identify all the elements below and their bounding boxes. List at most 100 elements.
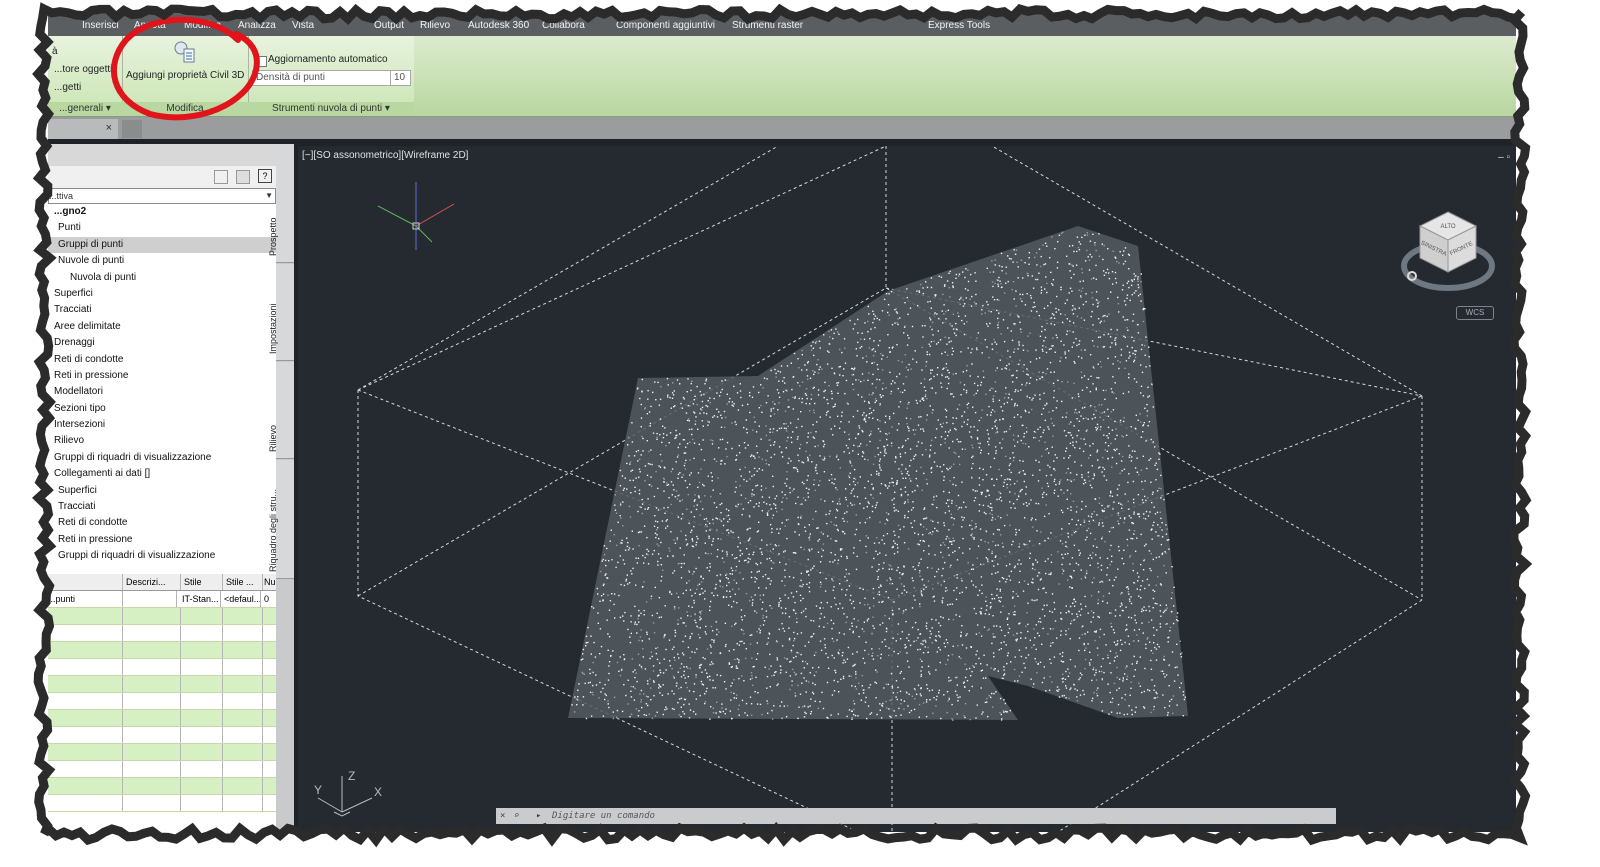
tree-item[interactable]: ...gno2 bbox=[48, 204, 276, 220]
table-row[interactable]: ...punti IT-Stan... <defaul... 0 bbox=[48, 591, 279, 608]
tree-item[interactable]: Reti in pressione bbox=[48, 368, 276, 384]
grid-header-cell[interactable] bbox=[48, 574, 123, 590]
ucs-y-label: Y bbox=[314, 783, 322, 797]
auto-update-checkbox[interactable] bbox=[256, 56, 267, 67]
tab-vista[interactable]: Vista bbox=[292, 20, 314, 31]
tree-item[interactable]: Collegamenti ai dati [] bbox=[48, 466, 276, 482]
tree-item[interactable]: Rilievo bbox=[48, 433, 276, 449]
grid-cell bbox=[262, 676, 277, 692]
vtab-prospetto[interactable]: Prospetto bbox=[268, 144, 294, 263]
toolspace-palette: ? ...ttiva ▼ ...gno2 Punti Gruppi di punti N… bbox=[48, 144, 279, 832]
file-tab[interactable]: × bbox=[48, 119, 118, 139]
tree-item[interactable]: Gruppi di punti bbox=[48, 236, 276, 254]
table-row[interactable] bbox=[48, 625, 277, 642]
grid-header-cell[interactable]: Stile bbox=[180, 574, 223, 590]
grid-cell bbox=[222, 659, 263, 675]
help-icon[interactable]: ? bbox=[258, 169, 272, 183]
view-icon[interactable] bbox=[236, 170, 250, 184]
tab-annota[interactable]: Annota bbox=[134, 20, 166, 31]
grid-cell bbox=[262, 778, 277, 794]
tab-rilievo[interactable]: Rilievo bbox=[420, 20, 450, 31]
panel-footer[interactable]: ...generali ▾ bbox=[48, 102, 122, 116]
grid-cell bbox=[180, 642, 223, 658]
grid-cell bbox=[222, 642, 263, 658]
grid-cell bbox=[180, 659, 223, 675]
civil3d-properties-icon[interactable] bbox=[172, 40, 198, 64]
drawing-viewport[interactable]: [−][SO assonometrico][Wireframe 2D] – ▫ bbox=[298, 146, 1516, 832]
tab-collabora[interactable]: Collabora bbox=[542, 20, 585, 31]
tab-autodesk360[interactable]: Autodesk 360 bbox=[468, 20, 529, 31]
grid-cell bbox=[48, 659, 123, 675]
tree-item[interactable]: Superfici bbox=[48, 483, 276, 499]
table-row[interactable] bbox=[48, 642, 277, 659]
vtab-label: Impostazioni bbox=[268, 303, 278, 354]
ribbon-item-oggetti[interactable]: ...getti bbox=[54, 82, 81, 93]
tree-item[interactable]: Modellatori bbox=[48, 384, 276, 400]
new-tab-icon[interactable] bbox=[122, 120, 142, 138]
panel-footer-label: ...generali bbox=[59, 103, 104, 114]
tree-item[interactable]: Reti di condotte bbox=[48, 515, 276, 531]
grid-cell bbox=[122, 591, 177, 607]
view-cube[interactable]: ALTO SINISTRA FRONTE bbox=[1400, 206, 1496, 302]
tab-output[interactable]: Output bbox=[374, 20, 404, 31]
vtab-rilievo[interactable]: Rilievo bbox=[268, 362, 294, 459]
tree-item[interactable]: Sezioni tipo bbox=[48, 401, 276, 417]
prospetto-dropdown[interactable]: ...ttiva ▼ bbox=[48, 188, 276, 204]
grid-cell bbox=[222, 608, 263, 624]
grid-header-cell[interactable]: Stile ... bbox=[222, 574, 263, 590]
tree-item[interactable]: Superfici bbox=[48, 286, 276, 302]
tab-modifica[interactable]: Modifica bbox=[184, 20, 221, 31]
table-row[interactable] bbox=[48, 659, 277, 676]
tree-item[interactable]: Intersezioni bbox=[48, 417, 276, 433]
grid-header-cell[interactable]: Descrizi... bbox=[122, 574, 181, 590]
panel-footer-nuvola[interactable]: Strumenti nuvola di punti ▾ bbox=[248, 102, 414, 116]
tab-inserisci[interactable]: Inserisci bbox=[82, 20, 119, 31]
search-icon[interactable]: ⌕ bbox=[514, 808, 519, 824]
tree-item[interactable]: Reti in pressione bbox=[48, 532, 276, 548]
panel-footer-modifica[interactable]: Modifica bbox=[122, 102, 248, 116]
table-row[interactable] bbox=[48, 778, 277, 795]
tree-item[interactable]: Punti bbox=[48, 220, 276, 236]
table-row[interactable] bbox=[48, 795, 277, 812]
grid-cell bbox=[262, 761, 277, 777]
command-input[interactable]: Digitare un comando bbox=[552, 808, 655, 824]
table-row[interactable] bbox=[48, 676, 277, 693]
tab-analizza[interactable]: Analizza bbox=[238, 20, 276, 31]
table-row[interactable] bbox=[48, 727, 277, 744]
table-row[interactable] bbox=[48, 608, 277, 625]
close-icon[interactable]: × bbox=[106, 122, 112, 134]
ribbon-item-selettore[interactable]: ...tore oggetti bbox=[54, 64, 112, 75]
vtab-impostazioni[interactable]: Impostazioni bbox=[268, 264, 294, 361]
grid-cell bbox=[180, 608, 223, 624]
grid-cell bbox=[262, 659, 277, 675]
grid-cell bbox=[262, 710, 277, 726]
tab-componenti[interactable]: Componenti aggiuntivi bbox=[616, 20, 715, 31]
command-line[interactable]: × ⌕ ▸ Digitare un comando bbox=[496, 808, 1336, 824]
table-row[interactable] bbox=[48, 744, 277, 761]
table-row[interactable] bbox=[48, 761, 277, 778]
table-row[interactable] bbox=[48, 710, 277, 727]
tree-item[interactable]: Gruppi di riquadri di visualizzazione bbox=[48, 450, 276, 466]
tree-item[interactable]: Nuvole di punti bbox=[48, 253, 276, 269]
density-input[interactable]: 10 bbox=[390, 70, 411, 86]
tool-icon[interactable] bbox=[214, 170, 228, 184]
grid-cell bbox=[48, 693, 123, 709]
tree-item[interactable]: Tracciati bbox=[48, 302, 276, 318]
wcs-menu[interactable]: WCS bbox=[1456, 306, 1494, 320]
grid-cell bbox=[222, 676, 263, 692]
close-icon[interactable]: × bbox=[500, 808, 505, 824]
add-civil3d-properties-button[interactable]: Aggiungi proprietà Civil 3D bbox=[126, 70, 244, 81]
ribbon-item[interactable]: à bbox=[52, 46, 58, 57]
tree-item[interactable]: Tracciati bbox=[48, 499, 276, 515]
tree-item[interactable]: Gruppi di riquadri di visualizzazione bbox=[48, 548, 276, 564]
tree-item[interactable]: Reti di condotte bbox=[48, 352, 276, 368]
tree-item[interactable]: Drenaggi bbox=[48, 335, 276, 351]
tree-item[interactable]: Aree delimitate bbox=[48, 319, 276, 335]
vtab-riquadro[interactable]: Riquadro degli stru... bbox=[268, 460, 294, 579]
table-row[interactable] bbox=[48, 693, 277, 710]
tab-express[interactable]: Express Tools bbox=[928, 20, 990, 31]
auto-update-label: Aggiornamento automatico bbox=[268, 54, 388, 65]
tab-raster[interactable]: Strumenti raster bbox=[732, 20, 803, 31]
grid-cell bbox=[262, 642, 277, 658]
tree-item[interactable]: Nuvola di punti bbox=[48, 270, 276, 286]
